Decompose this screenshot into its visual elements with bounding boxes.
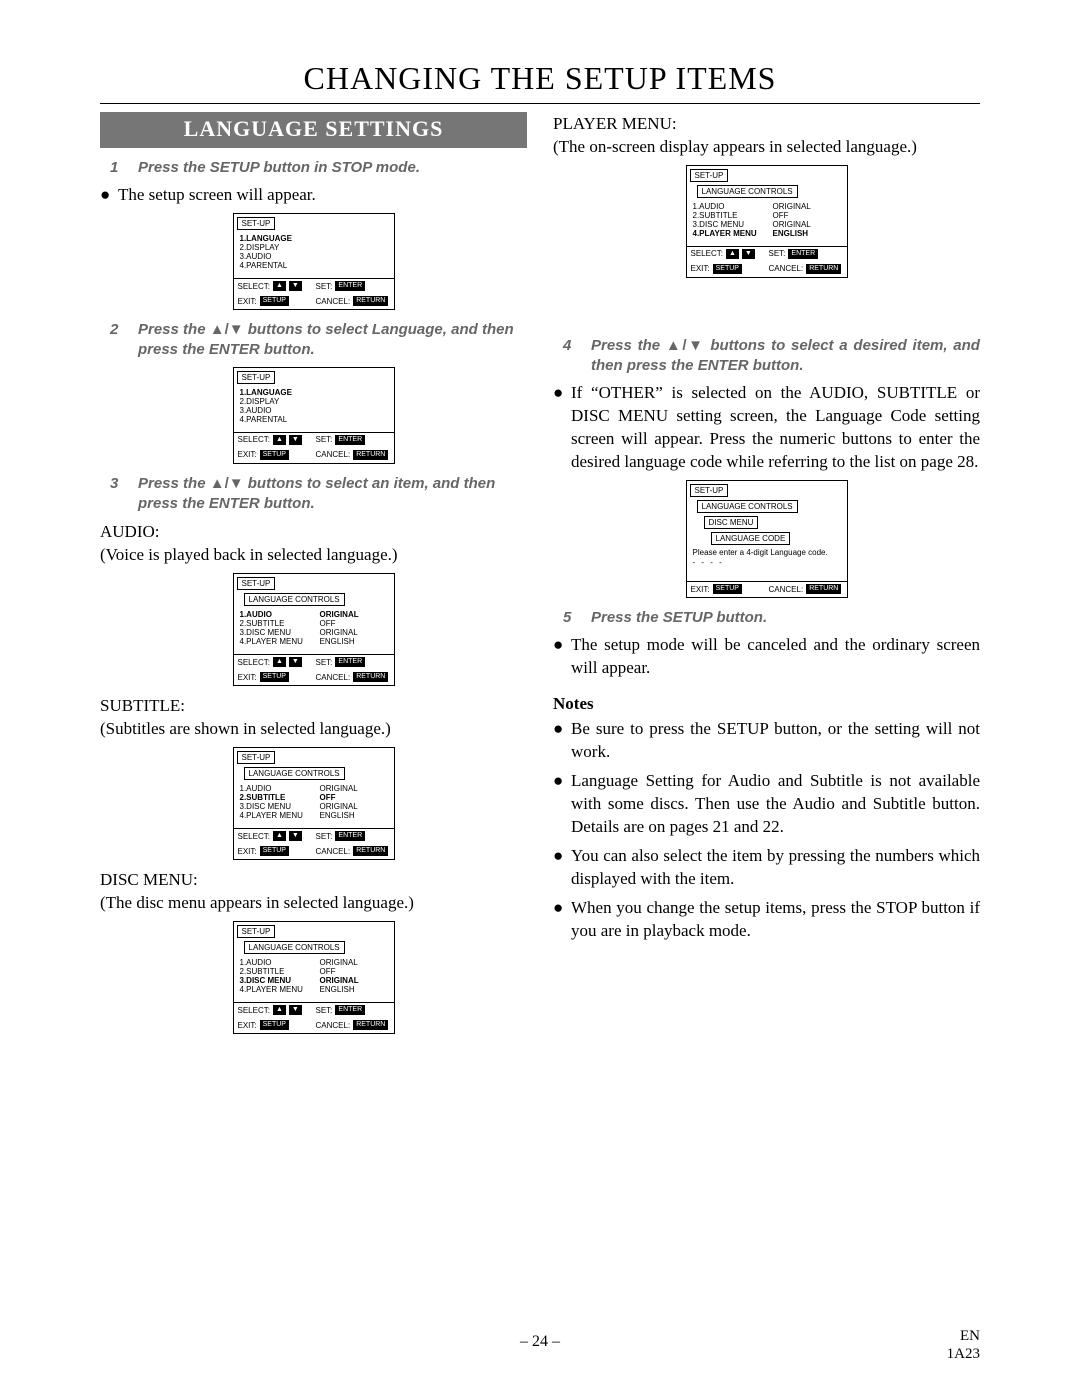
title-rule: [100, 103, 980, 104]
step-text: Press the SETUP button in STOP mode.: [138, 158, 527, 178]
discmenu-heading: DISC MENU:: [100, 870, 527, 890]
osd-figure-setup-root-1: SET-UP 1.LANGUAGE 2.DISPLAY 3.AUDIO 4.PA…: [233, 213, 395, 310]
note-item: ●You can also select the item by pressin…: [553, 845, 980, 891]
step1-result: ●The setup screen will appear.: [100, 184, 527, 207]
up-down-icon: ▲/▼: [666, 337, 705, 354]
page-code: EN1A23: [947, 1327, 980, 1363]
osd-figure-audio: SET-UP LANGUAGE CONTROLS 1.AUDIOORIGINAL…: [233, 573, 395, 686]
column-right: PLAYER MENU: (The on-screen display appe…: [553, 112, 980, 1044]
section-heading: LANGUAGE SETTINGS: [100, 112, 527, 148]
step4-result: ●If “OTHER” is selected on the AUDIO, SU…: [553, 382, 980, 474]
step-number: 3: [110, 474, 124, 515]
note-item: ●When you change the setup items, press …: [553, 897, 980, 943]
step5-result: ●The setup mode will be canceled and the…: [553, 634, 980, 680]
discmenu-text: (The disc menu appears in selected langu…: [100, 892, 527, 915]
osd-figure-setup-root-2: SET-UP 1.LANGUAGE 2.DISPLAY 3.AUDIO 4.PA…: [233, 367, 395, 464]
step-text: Press the ▲/▼ buttons to select an item,…: [138, 474, 527, 515]
osd-figure-subtitle: SET-UP LANGUAGE CONTROLS 1.AUDIOORIGINAL…: [233, 747, 395, 860]
playermenu-heading: PLAYER MENU:: [553, 114, 980, 134]
step-text: Press the ▲/▼ buttons to select Language…: [138, 320, 527, 361]
page-title: CHANGING THE SETUP ITEMS: [100, 60, 980, 99]
step-text: Press the SETUP button.: [591, 608, 980, 628]
down-icon: ▼: [289, 281, 302, 291]
note-item: ●Be sure to press the SETUP button, or t…: [553, 718, 980, 764]
osd-figure-playermenu: SET-UP LANGUAGE CONTROLS 1.AUDIOORIGINAL…: [686, 165, 848, 278]
step-number: 5: [563, 608, 577, 628]
step-number: 4: [563, 336, 577, 377]
subtitle-heading: SUBTITLE:: [100, 696, 527, 716]
step-text: Press the ▲/▼ buttons to select a desire…: [591, 336, 980, 377]
step-5: 5 Press the SETUP button.: [563, 608, 980, 628]
up-down-icon: ▲/▼: [210, 475, 244, 492]
up-icon: ▲: [273, 281, 286, 291]
note-item: ●Language Setting for Audio and Subtitle…: [553, 770, 980, 839]
osd-figure-discmenu: SET-UP LANGUAGE CONTROLS 1.AUDIOORIGINAL…: [233, 921, 395, 1034]
up-down-icon: ▲/▼: [210, 321, 244, 338]
notes-heading: Notes: [553, 694, 980, 714]
audio-heading: AUDIO:: [100, 522, 527, 542]
column-left: LANGUAGE SETTINGS 1 Press the SETUP butt…: [100, 112, 527, 1044]
step-4: 4 Press the ▲/▼ buttons to select a desi…: [563, 336, 980, 377]
osd-figure-langcode: SET-UP LANGUAGE CONTROLS DISC MENU LANGU…: [686, 480, 848, 598]
step-3: 3 Press the ▲/▼ buttons to select an ite…: [110, 474, 527, 515]
subtitle-text: (Subtitles are shown in selected languag…: [100, 718, 527, 741]
step-2: 2 Press the ▲/▼ buttons to select Langua…: [110, 320, 527, 361]
step-1: 1 Press the SETUP button in STOP mode.: [110, 158, 527, 178]
audio-text: (Voice is played back in selected langua…: [100, 544, 527, 567]
playermenu-text: (The on-screen display appears in select…: [553, 136, 980, 159]
page-number: – 24 –: [0, 1333, 1080, 1351]
step-number: 1: [110, 158, 124, 178]
step-number: 2: [110, 320, 124, 361]
